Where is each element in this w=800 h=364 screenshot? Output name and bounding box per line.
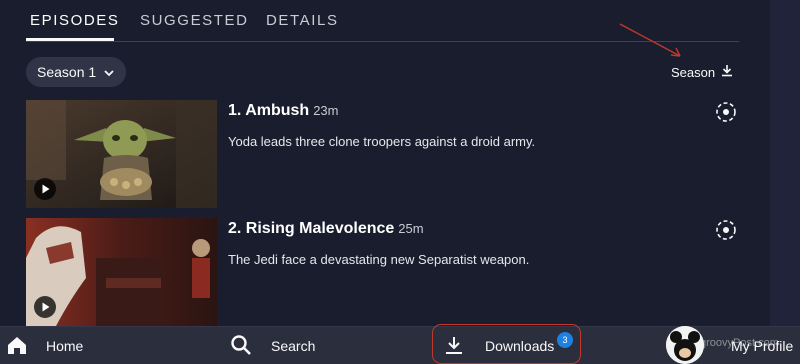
episode-item-1: 1. Ambush 23m Yoda leads three clone troo… (26, 100, 746, 208)
download-icon (716, 220, 736, 240)
active-tab-indicator (26, 38, 114, 41)
episode-thumbnail-1[interactable] (26, 100, 217, 208)
season-dropdown-value: Season 1 (37, 64, 97, 80)
search-icon (230, 334, 252, 359)
avatar[interactable] (666, 326, 704, 364)
play-icon (34, 178, 56, 200)
nav-home-label: Home (46, 338, 84, 354)
nav-search[interactable]: Search (230, 327, 315, 364)
episode-item-2: 2. Rising Malevolence 25m The Jedi face a… (26, 218, 746, 326)
tab-details[interactable]: DETAILS (266, 12, 339, 29)
episode-duration: 23m (313, 103, 339, 118)
side-panel-edge (770, 0, 800, 326)
episode-title-1: 1. Ambush 23m (228, 102, 339, 120)
season-dropdown[interactable]: Season 1 (26, 57, 126, 87)
episode-download-button-1[interactable] (715, 101, 737, 123)
download-icon (716, 102, 736, 122)
nav-search-label: Search (271, 338, 316, 354)
episode-title-2: 2. Rising Malevolence 25m (228, 220, 424, 238)
downloads-count-badge: 3 (557, 332, 573, 348)
play-icon (34, 296, 56, 318)
chevron-down-icon (103, 66, 115, 82)
annotation-arrow (619, 23, 681, 57)
episode-thumbnail-2[interactable] (26, 218, 217, 326)
episode-duration: 25m (398, 221, 424, 236)
app-root: EPISODES SUGGESTED DETAILS Season 1 Seas… (0, 0, 800, 364)
episode-download-button-2[interactable] (715, 219, 737, 241)
episode-title-text: 2. Rising Malevolence (228, 220, 395, 237)
episode-description-2: The Jedi face a devastating new Separati… (228, 252, 530, 267)
nav-home[interactable]: Home (6, 327, 83, 364)
episode-description-1: Yoda leads three clone troopers against … (228, 134, 536, 149)
episode-title-text: 1. Ambush (228, 102, 310, 119)
tab-episodes[interactable]: EPISODES (30, 12, 120, 29)
season-download-button[interactable]: Season (671, 62, 733, 82)
download-icon (715, 64, 733, 80)
watermark: groovyPost.com (700, 337, 779, 349)
home-icon (6, 334, 28, 359)
season-download-label: Season (671, 64, 716, 80)
tab-suggested[interactable]: SUGGESTED (140, 12, 249, 29)
